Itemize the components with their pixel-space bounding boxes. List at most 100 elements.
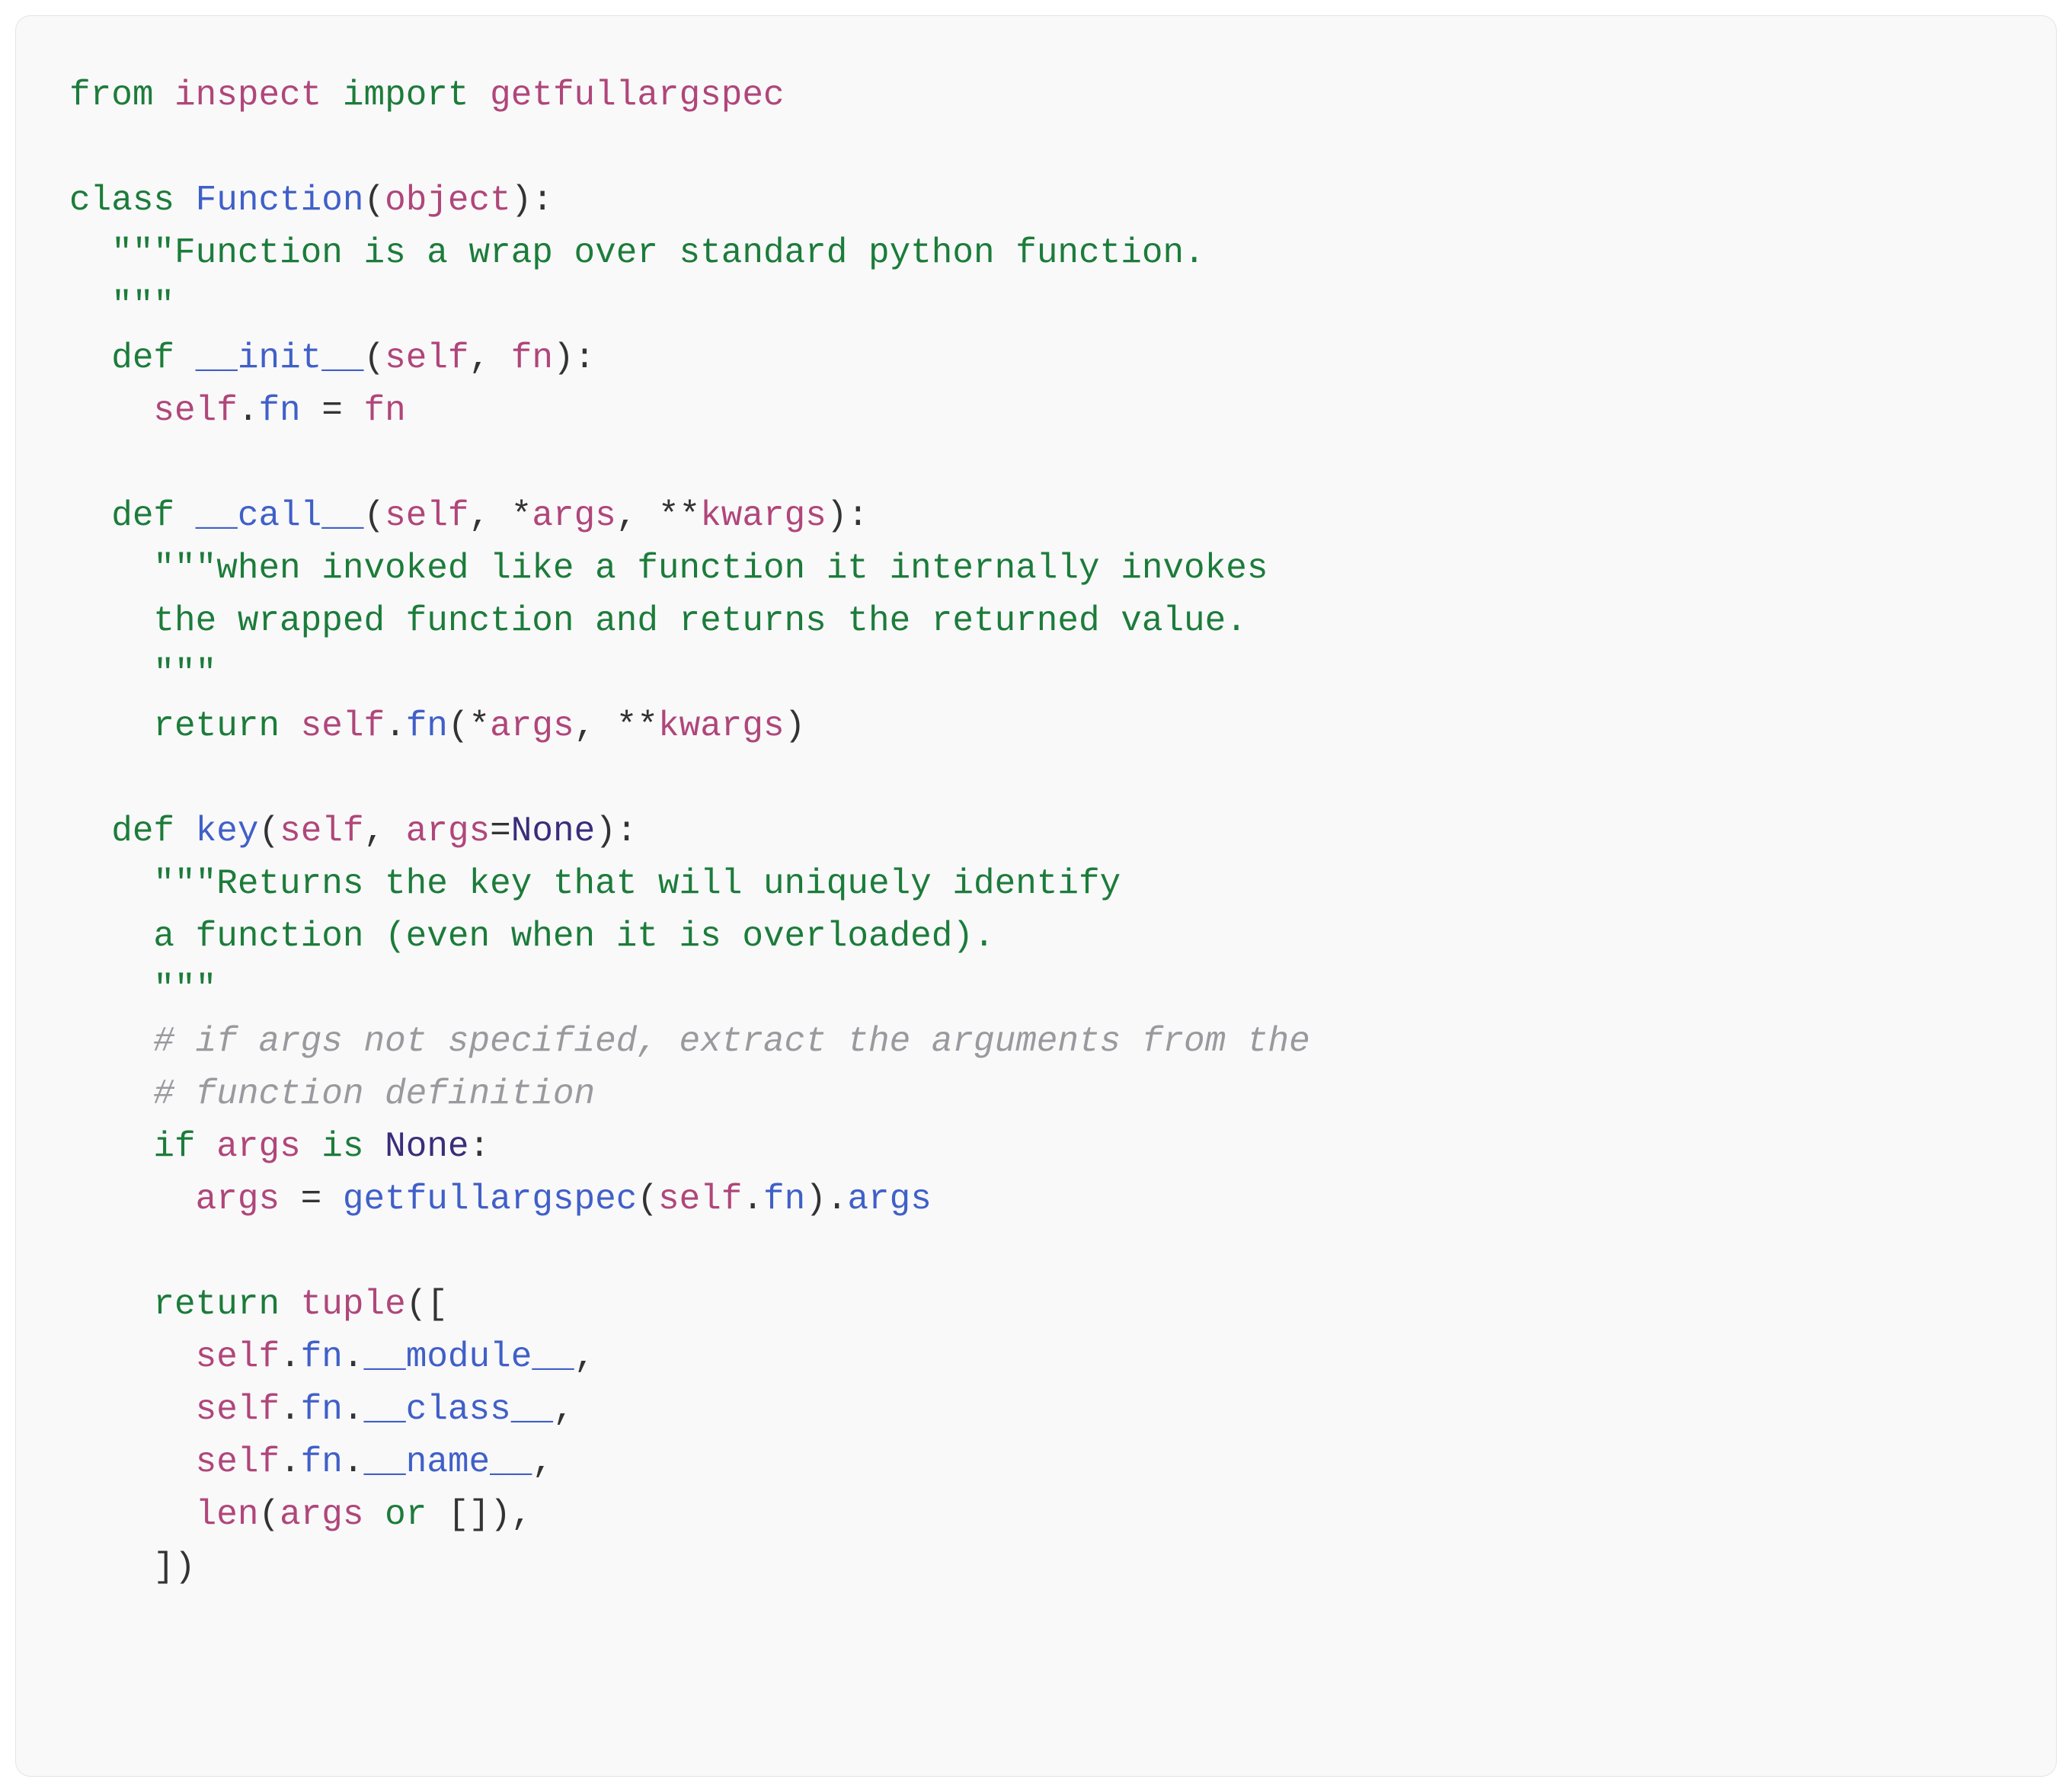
code-token: key	[196, 811, 259, 851]
code-token: ,	[553, 1390, 574, 1429]
code-token: (	[258, 811, 280, 851]
code-token: =	[301, 391, 364, 430]
code-token: fn	[258, 391, 300, 430]
code-token	[174, 811, 196, 851]
code-token: """	[153, 654, 216, 693]
code-token: (*	[448, 706, 490, 746]
code-token	[153, 75, 174, 115]
code-token: ([	[406, 1285, 448, 1324]
code-token: .	[343, 1442, 364, 1482]
code-token	[321, 75, 343, 115]
code-token	[69, 1337, 196, 1377]
code-token	[364, 1127, 385, 1166]
code-token: """Returns the key that will uniquely id…	[153, 864, 1121, 904]
code-token: self	[385, 496, 468, 536]
code-token: =	[490, 811, 511, 851]
code-token	[280, 1285, 301, 1324]
code-block: from inspect import getfullargspec class…	[15, 15, 2057, 1777]
code-token: self	[196, 1390, 280, 1429]
code-token: fn	[364, 391, 406, 430]
code-token	[69, 1495, 196, 1534]
code-token	[174, 338, 196, 378]
code-token: fn	[301, 1390, 343, 1429]
code-token: args	[196, 1179, 280, 1219]
code-token: __call__	[196, 496, 364, 536]
code-token	[364, 1495, 385, 1534]
code-token: , **	[574, 706, 658, 746]
code-token: """	[111, 286, 174, 325]
code-token	[174, 496, 196, 536]
code-token: self	[385, 338, 468, 378]
code-token: fn	[763, 1179, 805, 1219]
code-token: def	[111, 338, 174, 378]
code-token: self	[153, 391, 237, 430]
code-token: """when invoked like a function it inter…	[153, 549, 1268, 588]
code-token	[196, 1127, 217, 1166]
code-token: def	[111, 811, 174, 851]
code-token: (	[364, 338, 385, 378]
code-token: .	[385, 706, 406, 746]
code-token: import	[343, 75, 469, 115]
code-token: ,	[532, 1442, 553, 1482]
code-token: []),	[427, 1495, 532, 1534]
code-token: # function definition	[153, 1074, 595, 1114]
code-token: inspect	[174, 75, 321, 115]
code-token: ])	[69, 1547, 196, 1587]
code-token: .	[343, 1390, 364, 1429]
code-token: is	[321, 1127, 363, 1166]
code-token	[69, 286, 111, 325]
code-token	[69, 1179, 196, 1219]
code-token	[69, 1127, 153, 1166]
code-token: , *	[469, 496, 532, 536]
code-token	[69, 1074, 153, 1114]
code-token: getfullargspec	[343, 1179, 637, 1219]
code-token: args	[490, 706, 574, 746]
code-token	[280, 706, 301, 746]
code-token	[69, 601, 153, 641]
code-token	[69, 654, 153, 693]
code-token: fn	[511, 338, 553, 378]
code-token: (	[637, 1179, 658, 1219]
code-token: object	[385, 181, 511, 220]
code-token: args	[406, 811, 490, 851]
code-token	[69, 338, 111, 378]
code-token: self	[280, 811, 363, 851]
code-token: if	[153, 1127, 195, 1166]
code-token: fn	[301, 1337, 343, 1377]
code-token	[69, 1390, 196, 1429]
code-token: args	[847, 1179, 931, 1219]
code-token: .	[742, 1179, 763, 1219]
code-token: ).	[805, 1179, 847, 1219]
code-token	[69, 496, 111, 536]
code-token: return	[153, 706, 280, 746]
code-token: args	[280, 1495, 363, 1534]
code-token: ):	[511, 181, 553, 220]
code-token: getfullargspec	[490, 75, 784, 115]
code-token	[469, 75, 491, 115]
code-token: tuple	[301, 1285, 406, 1324]
code-token: ):	[595, 811, 637, 851]
code-token: self	[658, 1179, 742, 1219]
code-token: (	[258, 1495, 280, 1534]
code-token: class	[69, 181, 174, 220]
code-token: __init__	[196, 338, 364, 378]
code-token: None	[511, 811, 595, 851]
code-token: .	[280, 1337, 301, 1377]
code-token: :	[469, 1127, 491, 1166]
code-token	[69, 917, 153, 956]
code-token: .	[280, 1390, 301, 1429]
code-token	[69, 811, 111, 851]
code-token: self	[301, 706, 385, 746]
code-token: ,	[574, 1337, 596, 1377]
code-token	[69, 1022, 153, 1061]
code-token: # if args not specified, extract the arg…	[153, 1022, 1309, 1061]
code-token	[174, 181, 196, 220]
code-token	[69, 1285, 153, 1324]
code-token: __name__	[364, 1442, 532, 1482]
code-token: self	[196, 1337, 280, 1377]
code-token: ):	[553, 338, 595, 378]
code-token	[69, 549, 153, 588]
code-token	[69, 391, 153, 430]
code-token: from	[69, 75, 153, 115]
code-token	[69, 1442, 196, 1482]
